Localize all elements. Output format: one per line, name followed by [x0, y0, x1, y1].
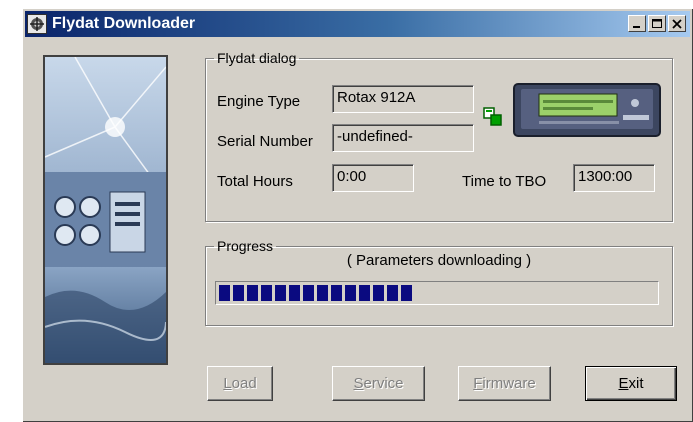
window-title: Flydat Downloader — [52, 15, 196, 32]
cockpit-instruments-image — [43, 55, 168, 365]
flydat-dialog-legend: Flydat dialog — [217, 50, 297, 66]
maximize-icon — [652, 18, 662, 28]
exit-button[interactable]: Exit — [585, 366, 677, 401]
progress-block — [289, 285, 300, 301]
service-access-key: S — [353, 375, 364, 392]
progress-block — [387, 285, 398, 301]
engine-type-label: Engine Type — [217, 93, 301, 110]
close-icon — [672, 18, 682, 29]
firmware-button[interactable]: Firmware — [458, 366, 551, 401]
load-button[interactable]: Load — [207, 366, 273, 401]
minimize-button[interactable] — [628, 15, 646, 32]
progress-block — [303, 285, 314, 301]
progress-block — [359, 285, 370, 301]
exit-access-key: E — [618, 375, 629, 392]
app-window: Flydat Downloader Flydat dialog Engine T… — [22, 8, 693, 422]
progress-block — [373, 285, 384, 301]
service-label: ervice — [363, 375, 404, 392]
progress-status-text: ( Parameters downloading ) — [346, 252, 532, 269]
progress-block — [317, 285, 328, 301]
progress-block — [219, 285, 230, 301]
progress-block — [247, 285, 258, 301]
progress-block — [401, 285, 412, 301]
progress-block — [261, 285, 272, 301]
firmware-label: irmware — [482, 375, 536, 392]
serial-number-field[interactable]: -undefined- — [332, 124, 474, 152]
time-to-tbo-field[interactable]: 1300:00 — [573, 164, 655, 192]
progress-block — [331, 285, 342, 301]
firmware-access-key: F — [473, 375, 483, 392]
total-hours-label: Total Hours — [217, 173, 293, 190]
total-hours-field[interactable]: 0:00 — [332, 164, 414, 192]
load-access-key: L — [223, 375, 232, 392]
connection-link-icon — [483, 107, 502, 126]
time-to-tbo-label: Time to TBO — [462, 173, 547, 190]
progress-block — [233, 285, 244, 301]
close-button[interactable] — [668, 15, 686, 32]
minimize-icon — [633, 25, 640, 28]
title-bar[interactable]: Flydat Downloader — [25, 11, 690, 37]
serial-number-label: Serial Number — [217, 133, 313, 150]
flydat-device-icon — [513, 83, 661, 137]
engine-type-field[interactable]: Rotax 912A — [332, 85, 474, 113]
exit-label: xit — [628, 375, 644, 392]
service-button[interactable]: Service — [332, 366, 425, 401]
download-progress-bar — [215, 281, 659, 305]
progress-block — [345, 285, 356, 301]
progress-block — [275, 285, 286, 301]
flydat-app-icon[interactable] — [27, 14, 47, 34]
maximize-button[interactable] — [648, 15, 666, 32]
load-label: oad — [231, 375, 257, 392]
